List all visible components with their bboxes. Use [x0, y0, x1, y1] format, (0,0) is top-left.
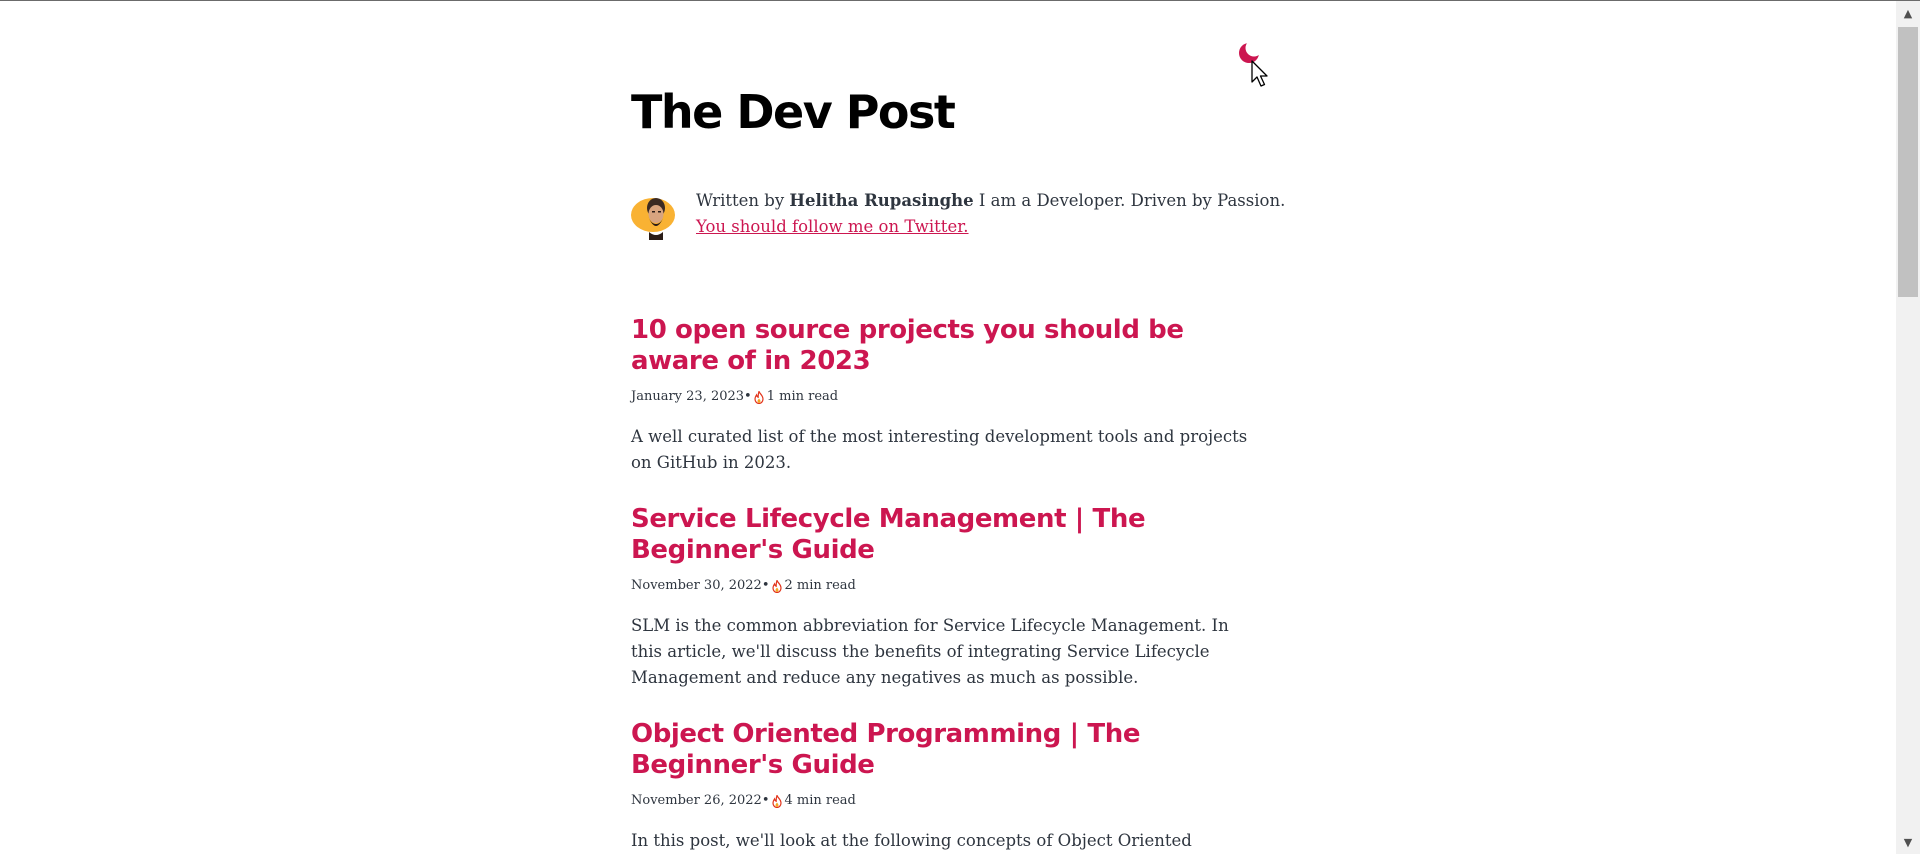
- scroll-down-arrow-icon[interactable]: ▼: [1896, 830, 1920, 854]
- post-title-link[interactable]: Service Lifecycle Management | The Begin…: [631, 504, 1257, 566]
- fire-icon: [771, 794, 782, 808]
- twitter-link[interactable]: You should follow me on Twitter.: [696, 217, 969, 236]
- post-list: 10 open source projects you should be aw…: [631, 315, 1257, 854]
- bio-prefix: Written by: [696, 191, 785, 210]
- window-top-border: [0, 0, 1920, 1]
- author-name: Helitha Rupasinghe: [789, 191, 974, 210]
- scrollbar-thumb[interactable]: [1898, 27, 1918, 297]
- post-item: 10 open source projects you should be aw…: [631, 315, 1257, 476]
- fire-icon: [754, 390, 764, 404]
- post-excerpt: SLM is the common abbreviation for Servi…: [631, 616, 1229, 687]
- fire-icon: [771, 579, 782, 593]
- scroll-up-arrow-icon[interactable]: ▲: [1896, 1, 1920, 25]
- post-item: Service Lifecycle Management | The Begin…: [631, 504, 1257, 691]
- post-excerpt: In this post, we'll look at the followin…: [631, 831, 1192, 850]
- meta-separator: •: [761, 793, 770, 808]
- post-date: January 23, 2023: [631, 389, 745, 404]
- post-excerpt: A well curated list of the most interest…: [631, 427, 1248, 472]
- bio-text: Written by Helitha Rupasinghe I am a Dev…: [696, 188, 1285, 240]
- post-item: Object Oriented Programming | The Beginn…: [631, 719, 1257, 854]
- post-date: November 26, 2022: [631, 793, 762, 808]
- post-read-time: 4 min read: [784, 793, 856, 808]
- site-title[interactable]: The Dev Post: [631, 80, 956, 144]
- vertical-scrollbar[interactable]: ▲ ▼: [1896, 1, 1920, 854]
- avatar: [631, 198, 675, 240]
- meta-separator: •: [744, 389, 752, 404]
- post-title-link[interactable]: Object Oriented Programming | The Beginn…: [631, 719, 1257, 781]
- theme-toggle-button[interactable]: [1238, 39, 1264, 66]
- post-date: November 30, 2022: [631, 578, 762, 593]
- post-meta: January 23, 2023 • 1 min read: [631, 387, 1257, 407]
- meta-separator: •: [761, 578, 770, 593]
- post-meta: November 30, 2022 • 2 min read: [631, 576, 1257, 596]
- moon-icon: [1239, 39, 1263, 63]
- post-title-link[interactable]: 10 open source projects you should be aw…: [631, 315, 1257, 377]
- post-meta: November 26, 2022 • 4 min read: [631, 791, 1257, 811]
- post-read-time: 2 min read: [784, 578, 856, 593]
- author-bio: Written by Helitha Rupasinghe I am a Dev…: [631, 188, 1285, 240]
- bio-tagline: I am a Developer. Driven by Passion.: [978, 191, 1286, 210]
- post-read-time: 1 min read: [766, 389, 839, 404]
